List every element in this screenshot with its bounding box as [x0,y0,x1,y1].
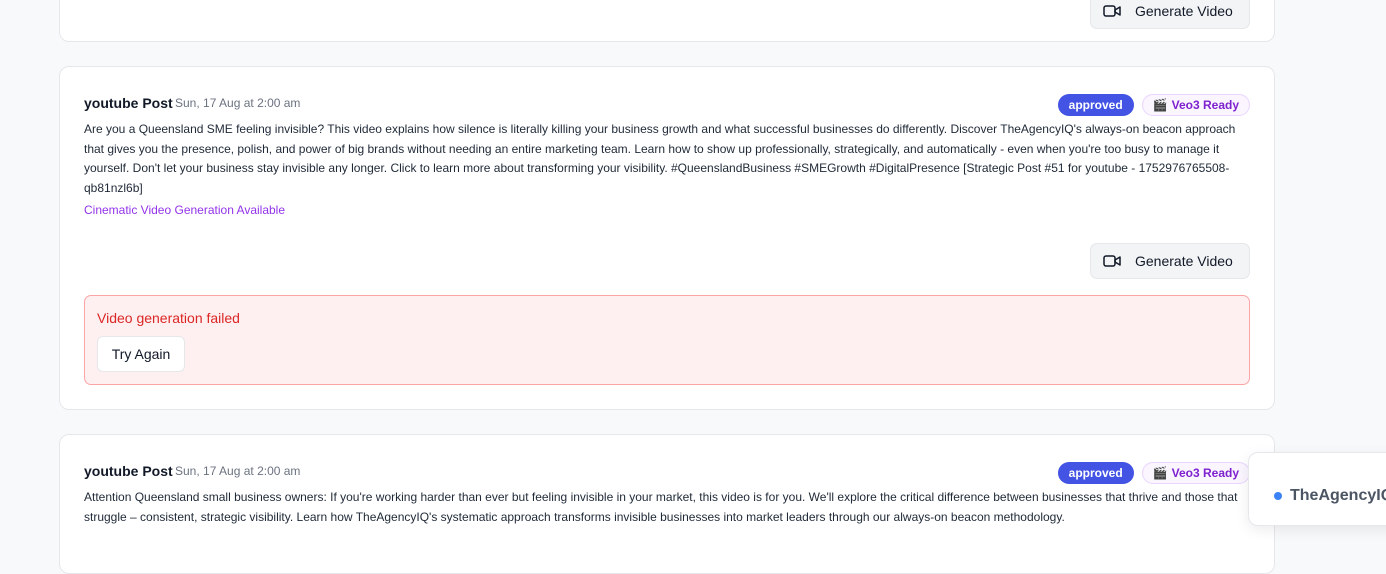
veo-ready-label: Veo3 Ready [1171,98,1239,112]
cinematic-availability-note: Cinematic Video Generation Available [84,203,286,217]
post-badges: approved 🎬 Veo3 Ready [1057,462,1250,484]
post-date: Sun, 17 Aug at 2:00 am [175,464,301,478]
status-badge: approved [1057,462,1134,484]
post-card: youtube Post Sun, 17 Aug at 2:00 am appr… [59,434,1275,574]
toast-notification[interactable]: TheAgencyIQ [1248,452,1386,526]
dot-icon [1274,492,1282,500]
generate-video-label: Generate Video [1135,3,1233,19]
veo-ready-badge: 🎬 Veo3 Ready [1141,94,1250,116]
clapperboard-icon: 🎬 [1152,98,1168,112]
post-card: Generate Video [59,0,1275,42]
generate-video-label: Generate Video [1135,253,1233,269]
status-badge: approved [1057,94,1134,116]
post-header: youtube Post Sun, 17 Aug at 2:00 am appr… [84,94,1250,116]
video-error-alert: Video generation failed Try Again [84,295,1250,385]
video-camera-icon [1103,5,1121,17]
post-content: Are you a Queensland SME feeling invisib… [84,122,1236,195]
error-message: Video generation failed [97,310,240,326]
generate-video-button[interactable]: Generate Video [1090,0,1250,29]
veo-ready-label: Veo3 Ready [1171,466,1239,480]
veo-ready-badge: 🎬 Veo3 Ready [1141,462,1250,484]
clapperboard-icon: 🎬 [1152,466,1168,480]
try-again-button[interactable]: Try Again [97,336,185,372]
post-date: Sun, 17 Aug at 2:00 am [175,96,301,110]
post-badges: approved 🎬 Veo3 Ready [1057,94,1250,116]
toast-text: TheAgencyIQ [1290,487,1386,504]
post-header: youtube Post Sun, 17 Aug at 2:00 am appr… [84,462,1250,484]
post-title: youtube Post [84,95,173,111]
post-title: youtube Post [84,463,173,479]
post-card: youtube Post Sun, 17 Aug at 2:00 am appr… [59,66,1275,410]
post-content: Attention Queensland small business owne… [84,490,1238,524]
generate-video-button[interactable]: Generate Video [1090,243,1250,279]
video-camera-icon [1103,255,1121,267]
